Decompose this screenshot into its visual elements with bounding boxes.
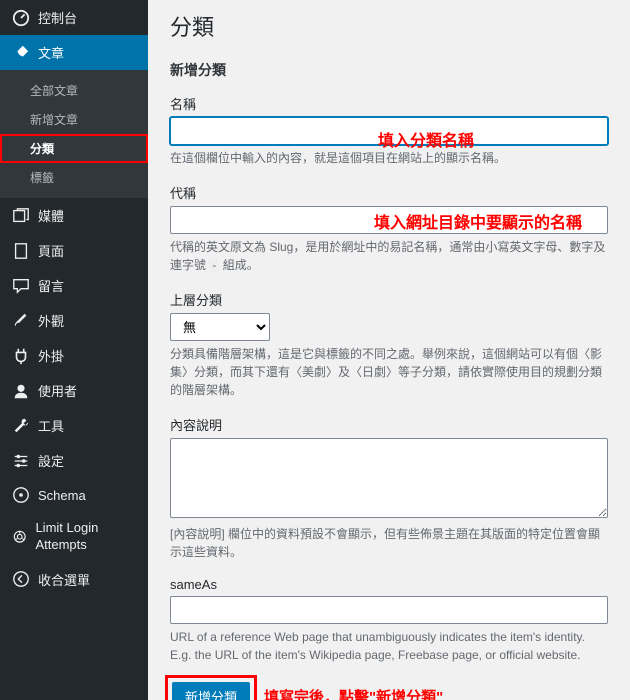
slug-input[interactable]: [170, 206, 608, 234]
user-icon: [12, 382, 30, 400]
field-sameas: sameAs URL of a reference Web page that …: [170, 577, 608, 664]
menu-label: 控制台: [38, 8, 77, 27]
menu-label: 文章: [38, 43, 64, 62]
menu-limit-login[interactable]: Limit Login Attempts: [0, 512, 148, 562]
menu-label: 外觀: [38, 311, 64, 330]
menu-label: 工具: [38, 416, 64, 435]
name-help: 在這個欄位中輸入的內容，就是這個項目在網站上的顯示名稱。: [170, 149, 608, 167]
sameas-input[interactable]: [170, 596, 608, 624]
menu-label: 媒體: [38, 206, 64, 225]
name-label: 名稱: [170, 94, 608, 113]
schema-icon: [12, 486, 30, 504]
menu-media[interactable]: 媒體: [0, 198, 148, 233]
menu-dashboard[interactable]: 控制台: [0, 0, 148, 35]
menu-users[interactable]: 使用者: [0, 373, 148, 408]
parent-select[interactable]: 無: [170, 313, 270, 341]
submenu-new-post[interactable]: 新增文章: [0, 105, 148, 134]
menu-label: Limit Login Attempts: [35, 520, 136, 554]
dashboard-icon: [12, 9, 30, 27]
menu-comments[interactable]: 留言: [0, 268, 148, 303]
main-content: 分類 新增分類 名稱 在這個欄位中輸入的內容，就是這個項目在網站上的顯示名稱。 …: [148, 0, 630, 700]
submit-row: 新增分類 填寫完後，點擊"新增分類": [170, 680, 608, 700]
menu-plugins[interactable]: 外掛: [0, 338, 148, 373]
submit-button[interactable]: 新增分類: [172, 682, 250, 700]
menu-label: 頁面: [38, 241, 64, 260]
slug-help: 代稱的英文原文為 Slug，是用於網址中的易記名稱，通常由小寫英文字母、數字及連…: [170, 238, 608, 274]
menu-schema[interactable]: Schema: [0, 478, 148, 512]
menu-label: 收合選單: [38, 570, 90, 589]
comment-icon: [12, 277, 30, 295]
menu-collapse[interactable]: 收合選單: [0, 562, 148, 597]
menu-label: 設定: [38, 451, 64, 470]
menu-label: 使用者: [38, 381, 77, 400]
desc-textarea[interactable]: [170, 438, 608, 518]
wrench-icon: [12, 417, 30, 435]
menu-posts[interactable]: 文章: [0, 35, 148, 70]
submit-highlight: 新增分類: [170, 680, 252, 700]
field-name: 名稱 在這個欄位中輸入的內容，就是這個項目在網站上的顯示名稱。: [170, 94, 608, 167]
menu-label: Schema: [38, 488, 86, 503]
form-title: 新增分類: [170, 60, 608, 80]
menu-pages[interactable]: 頁面: [0, 233, 148, 268]
submenu-all-posts[interactable]: 全部文章: [0, 76, 148, 105]
slug-label: 代稱: [170, 183, 608, 202]
desc-label: 內容說明: [170, 415, 608, 434]
brush-icon: [12, 312, 30, 330]
sameas-label: sameAs: [170, 577, 608, 592]
parent-help: 分類具備階層架構，這是它與標籤的不同之處。舉例來說，這個網站可以有個〈影集〉分類…: [170, 345, 608, 399]
collapse-icon: [12, 570, 30, 588]
desc-help: [內容說明] 欄位中的資料預設不會顯示，但有些佈景主題在其版面的特定位置會顯示這…: [170, 525, 608, 561]
page-title: 分類: [170, 10, 608, 42]
menu-settings[interactable]: 設定: [0, 443, 148, 478]
submenu-tags[interactable]: 標籤: [0, 163, 148, 192]
admin-sidebar: 控制台 文章 全部文章 新增文章 分類 標籤 媒體 頁面 留言 外觀: [0, 0, 148, 700]
menu-label: 外掛: [38, 346, 64, 365]
name-input[interactable]: [170, 117, 608, 145]
posts-submenu: 全部文章 新增文章 分類 標籤: [0, 70, 148, 198]
sameas-help: URL of a reference Web page that unambig…: [170, 628, 608, 664]
lock-icon: [12, 528, 27, 546]
menu-tools[interactable]: 工具: [0, 408, 148, 443]
menu-appearance[interactable]: 外觀: [0, 303, 148, 338]
submenu-categories[interactable]: 分類: [0, 134, 148, 163]
sliders-icon: [12, 452, 30, 470]
field-parent: 上層分類 無 分類具備階層架構，這是它與標籤的不同之處。舉例來說，這個網站可以有…: [170, 290, 608, 399]
plug-icon: [12, 347, 30, 365]
media-icon: [12, 207, 30, 225]
field-description: 內容說明 [內容說明] 欄位中的資料預設不會顯示，但有些佈景主題在其版面的特定位…: [170, 415, 608, 561]
page-icon: [12, 242, 30, 260]
menu-label: 留言: [38, 276, 64, 295]
pin-icon: [12, 44, 30, 62]
parent-label: 上層分類: [170, 290, 608, 309]
annotation-submit: 填寫完後，點擊"新增分類": [264, 686, 443, 700]
field-slug: 代稱 代稱的英文原文為 Slug，是用於網址中的易記名稱，通常由小寫英文字母、數…: [170, 183, 608, 274]
